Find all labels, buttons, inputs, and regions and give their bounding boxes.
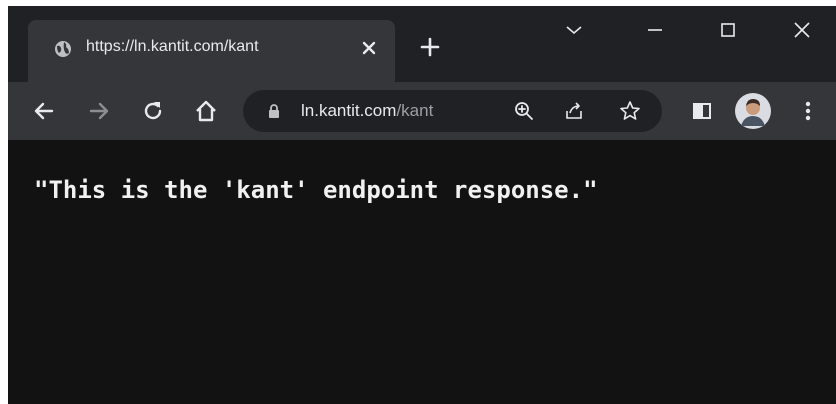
lock-icon[interactable] bbox=[267, 103, 281, 119]
more-menu-icon[interactable] bbox=[796, 99, 820, 123]
tab-search-chevron-icon[interactable] bbox=[562, 18, 586, 42]
url-host: ln.kantit.com bbox=[301, 101, 397, 120]
arrow-left-icon[interactable] bbox=[32, 99, 56, 123]
tab-strip: https://ln.kantit.com/kant bbox=[8, 6, 836, 82]
share-icon[interactable] bbox=[563, 100, 585, 122]
endpoint-response-text: "This is the 'kant' endpoint response." bbox=[34, 176, 598, 204]
page-content: "This is the 'kant' endpoint response." bbox=[8, 140, 836, 404]
avatar[interactable] bbox=[735, 93, 771, 129]
url-text[interactable]: ln.kantit.com/kant bbox=[301, 101, 433, 121]
address-bar[interactable]: ln.kantit.com/kant bbox=[243, 90, 662, 132]
globe-icon bbox=[54, 40, 72, 58]
url-path: /kant bbox=[396, 101, 434, 120]
toolbar: ln.kantit.com/kant bbox=[8, 82, 836, 140]
home-icon[interactable] bbox=[194, 99, 218, 123]
side-panel-icon[interactable] bbox=[690, 99, 714, 123]
bookmark-star-icon[interactable] bbox=[619, 100, 641, 122]
browser-window: https://ln.kantit.com/kant ln.kantit.com… bbox=[8, 6, 836, 404]
close-window-icon[interactable] bbox=[790, 18, 814, 42]
zoom-icon[interactable] bbox=[513, 100, 535, 122]
new-tab-icon[interactable] bbox=[419, 36, 441, 58]
tab-title: https://ln.kantit.com/kant bbox=[86, 38, 259, 55]
maximize-icon[interactable] bbox=[716, 18, 740, 42]
close-tab-icon[interactable] bbox=[359, 38, 379, 58]
arrow-right-icon[interactable] bbox=[87, 99, 111, 123]
reload-icon[interactable] bbox=[141, 99, 165, 123]
tab-active[interactable]: https://ln.kantit.com/kant bbox=[28, 20, 395, 82]
minimize-icon[interactable] bbox=[643, 18, 667, 42]
